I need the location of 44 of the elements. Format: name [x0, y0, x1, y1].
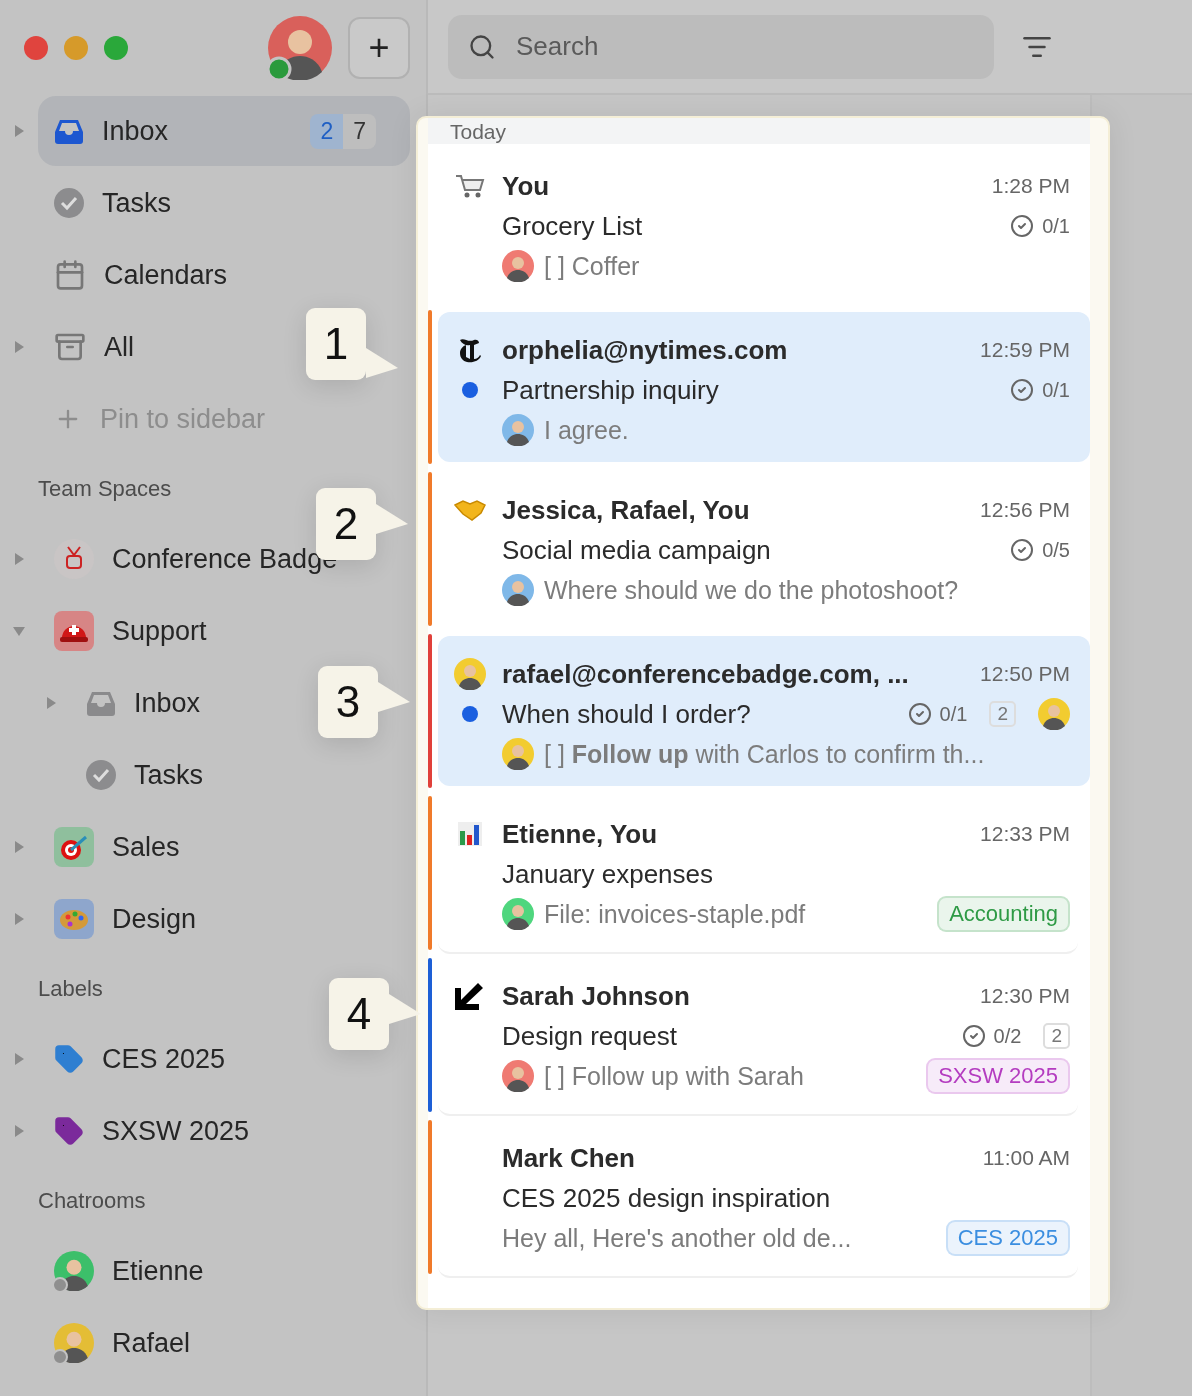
sender: Mark Chen [502, 1142, 635, 1174]
subject: When should I order? [502, 698, 751, 730]
time: 12:56 PM [980, 498, 1070, 522]
task-count: 0/1 [939, 702, 968, 726]
sender: orphelia@nytimes.com [502, 334, 788, 366]
subject: Design request [502, 1020, 677, 1052]
time: 12:33 PM [980, 822, 1070, 846]
time: 12:59 PM [980, 338, 1070, 362]
section-title: Labels [38, 976, 103, 1002]
sender: Jessica, Rafael, You [502, 494, 750, 526]
subject: Partnership inquiry [502, 374, 719, 406]
sender: Sarah Johnson [502, 980, 690, 1012]
group-header: Today [450, 120, 507, 144]
time: 12:30 PM [980, 984, 1070, 1008]
label-tag: SXSW 2025 [926, 1058, 1070, 1094]
subject: Social media campaign [502, 534, 771, 566]
message-preview: Hey all, Here's another old de... [502, 1223, 852, 1253]
message-preview: File: invoices-staple.pdf [544, 899, 806, 929]
message-preview: I agree. [544, 415, 629, 445]
time: 1:28 PM [991, 174, 1070, 198]
message-preview: [ ] Coffer [544, 251, 640, 281]
comment-count: 2 [989, 701, 1016, 727]
label-tag: Accounting [937, 896, 1070, 932]
subject: January expenses [502, 858, 714, 890]
unread-count: 2 [310, 113, 344, 149]
subject: Grocery List [502, 210, 643, 242]
section-title: Chatrooms [38, 1188, 146, 1214]
message-preview: Where should we do the photoshoot? [544, 575, 959, 605]
task-count: 0/5 [1042, 538, 1070, 562]
section-title: Team Spaces [38, 476, 172, 502]
sender: You [502, 170, 550, 202]
subject: CES 2025 design inspiration [502, 1182, 831, 1214]
sender: rafael@conferencebadge.com, ... [502, 658, 909, 690]
task-count: 0/2 [993, 1024, 1022, 1048]
message-preview: [ ] Follow up with Carlos to confirm th... [544, 739, 985, 769]
sender: Etienne, You [502, 818, 658, 850]
message-preview: [ ] Follow up with Sarah [544, 1061, 804, 1091]
time: 11:00 AM [982, 1146, 1070, 1170]
task-count: 0/1 [1042, 378, 1070, 402]
total-count: 7 [343, 113, 376, 149]
comment-count: 2 [1043, 1023, 1070, 1049]
label-tag: CES 2025 [945, 1220, 1070, 1256]
task-count: 0/1 [1042, 214, 1070, 238]
time: 12:50 PM [980, 662, 1070, 686]
